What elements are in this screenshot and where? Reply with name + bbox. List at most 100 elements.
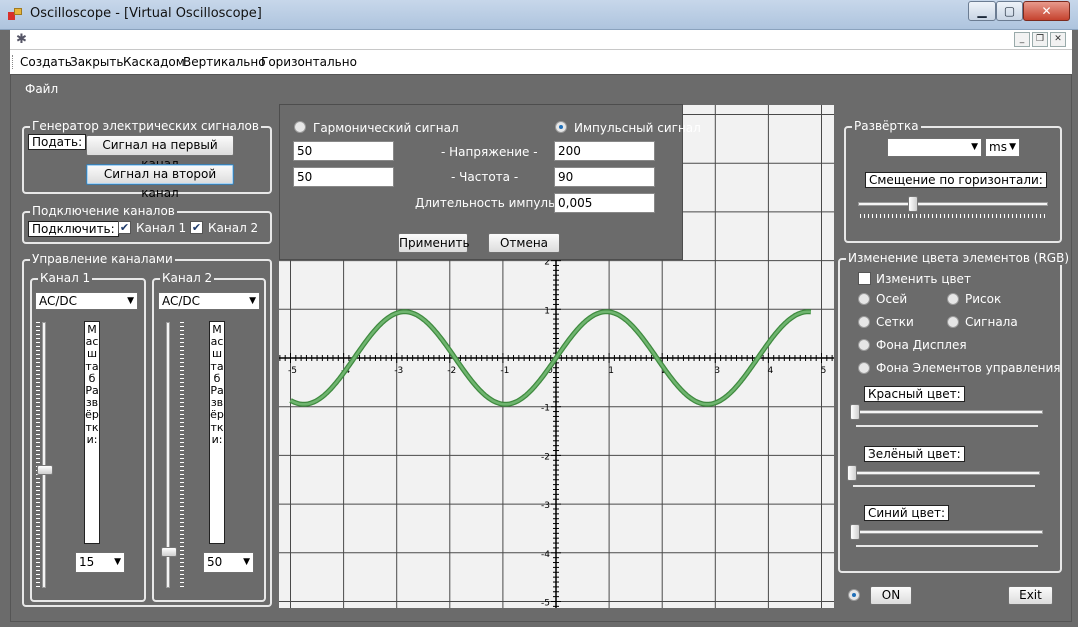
display-bg-color-radio[interactable] — [858, 339, 870, 351]
channel-2-scale-label: Масштаб Развёртки: — [209, 321, 225, 544]
y-tick-label: -4 — [541, 550, 550, 560]
pulse-width-label: Длительность импульса - — [415, 196, 578, 210]
menu-close[interactable]: Закрыть — [70, 55, 123, 69]
channel-1-coupling-value: AC/DC — [39, 294, 78, 308]
harmonic-signal-label: Гармонический сигнал — [313, 121, 459, 135]
grid-color-radio[interactable] — [858, 316, 870, 328]
channel-1-checkbox[interactable]: ✔ — [118, 221, 131, 234]
y-tick-label: -5 — [541, 599, 550, 609]
power-on-radio[interactable] — [848, 589, 860, 601]
green-color-label: Зелёный цвет: — [864, 446, 965, 462]
chevron-down-icon: ▼ — [243, 557, 250, 567]
chevron-down-icon: ▼ — [249, 296, 256, 306]
signal-color-label: Сигнала — [965, 315, 1018, 329]
red-color-thumb[interactable] — [850, 404, 860, 420]
menu-vertical[interactable]: Вертикально — [183, 55, 266, 69]
x-tick-label: -1 — [500, 366, 509, 376]
channel-2-slider-ticks — [180, 322, 184, 588]
controls-bg-color-label: Фона Элементов управления — [876, 361, 1061, 375]
generator-group-title: Генератор электрических сигналов — [30, 119, 261, 133]
menu-grip — [12, 55, 14, 69]
ticks-color-label: Рисок — [965, 292, 1002, 306]
on-button[interactable]: ON — [870, 586, 912, 605]
x-tick-label: 5 — [821, 366, 827, 376]
harmonic-voltage-input[interactable]: 50 — [293, 141, 394, 161]
change-color-checkbox[interactable] — [858, 272, 871, 285]
mdi-child-icon: ✱ — [16, 32, 27, 47]
change-color-label: Изменить цвет — [876, 272, 971, 286]
x-tick-label: -5 — [288, 366, 297, 376]
channel-2-checkbox[interactable]: ✔ — [190, 221, 203, 234]
signal-color-radio[interactable] — [947, 316, 959, 328]
channel-1-coupling-select[interactable]: AC/DC ▼ — [35, 292, 138, 310]
y-tick-label: -3 — [541, 501, 550, 511]
connect-group-title: Подключение каналов — [30, 204, 177, 218]
harmonic-signal-radio[interactable] — [294, 121, 306, 133]
y-tick-label: -1 — [541, 404, 550, 414]
menu-create[interactable]: Создать — [20, 55, 72, 69]
channel-2-coupling-select[interactable]: AC/DC ▼ — [158, 292, 260, 310]
apply-button[interactable]: Применить — [398, 233, 470, 253]
maximize-button[interactable]: ▢ — [996, 1, 1023, 21]
chevron-down-icon: ▼ — [971, 142, 978, 152]
blue-color-slider[interactable] — [852, 530, 1043, 534]
harmonic-frequency-input[interactable]: 50 — [293, 167, 394, 187]
green-color-slider[interactable] — [849, 471, 1040, 475]
exit-button[interactable]: Exit — [1008, 586, 1053, 605]
connect-label: Подключить: — [28, 221, 119, 237]
send-to-channel-2-button[interactable]: Сигнал на второй канал — [86, 164, 234, 200]
channel-1-scale-select[interactable]: 15 ▼ — [75, 552, 125, 573]
ticks-color-radio[interactable] — [947, 293, 959, 305]
pulse-width-input[interactable]: 0,005 — [554, 193, 655, 213]
send-to-channel-1-button[interactable]: Сигнал на первый канал — [86, 135, 234, 171]
title-bar: Oscilloscope - [Virtual Oscilloscope] ▁ … — [0, 0, 1078, 30]
sweep-unit-value: ms — [989, 140, 1007, 154]
menu-file[interactable]: Файл — [25, 82, 58, 96]
blue-color-thumb[interactable] — [850, 524, 860, 540]
green-color-thumb[interactable] — [847, 465, 857, 481]
app-icon — [8, 8, 22, 20]
controls-bg-color-radio[interactable] — [858, 362, 870, 374]
close-button[interactable]: ✕ — [1023, 1, 1070, 21]
cancel-button[interactable]: Отмена — [488, 233, 560, 253]
channel-2-position-thumb[interactable] — [161, 547, 177, 558]
x-tick-label: 4 — [768, 366, 774, 376]
x-tick-label: 1 — [608, 366, 614, 376]
horizontal-offset-thumb[interactable] — [908, 196, 919, 212]
minimize-button[interactable]: ▁ — [968, 1, 996, 21]
mdi-close-button[interactable]: ✕ — [1050, 32, 1066, 47]
horizontal-offset-label: Смещение по горизонтали: — [865, 172, 1047, 188]
mdi-restore-button[interactable]: ❐ — [1032, 32, 1048, 47]
channel-1-position-thumb[interactable] — [37, 465, 53, 476]
channel-2-scale-select[interactable]: 50 ▼ — [203, 552, 254, 573]
frequency-label: - Частота - — [451, 170, 519, 184]
pulse-voltage-input[interactable]: 200 — [554, 141, 655, 161]
channel-2-check-label: Канал 2 — [208, 221, 259, 235]
horizontal-offset-slider[interactable] — [858, 202, 1048, 206]
mdi-minimize-button[interactable]: _ — [1014, 32, 1030, 47]
channel-1-scale-label: Масштаб Развёртки: — [84, 321, 100, 544]
color-group-title: Изменение цвета элементов (RGB) — [846, 251, 1072, 265]
sweep-group-title: Развёртка — [852, 119, 921, 133]
red-color-label: Красный цвет: — [864, 386, 965, 402]
color-group: Изменение цвета элементов (RGB) — [838, 251, 1072, 573]
menu-horizontal[interactable]: Горизонтально — [261, 55, 357, 69]
x-tick-label: -2 — [447, 366, 456, 376]
green-color-ticks — [853, 485, 1035, 487]
sweep-unit-select[interactable]: ms ▼ — [985, 138, 1020, 157]
blue-color-ticks — [856, 545, 1038, 547]
sweep-value-select[interactable]: ▼ — [887, 138, 982, 157]
red-color-ticks — [856, 425, 1038, 427]
y-tick-label: -2 — [541, 452, 550, 462]
channel-2-coupling-value: AC/DC — [162, 294, 201, 308]
channels-group-title: Управление каналами — [30, 252, 175, 266]
red-color-slider[interactable] — [852, 410, 1043, 414]
pulse-frequency-input[interactable]: 90 — [554, 167, 655, 187]
channel-1-position-slider[interactable] — [42, 322, 46, 588]
menu-cascade[interactable]: Каскадом — [123, 55, 185, 69]
pulse-signal-radio[interactable] — [555, 121, 567, 133]
axes-color-radio[interactable] — [858, 293, 870, 305]
x-tick-label: 3 — [714, 366, 720, 376]
voltage-label: - Напряжение - — [441, 145, 538, 159]
grid-color-label: Сетки — [876, 315, 914, 329]
